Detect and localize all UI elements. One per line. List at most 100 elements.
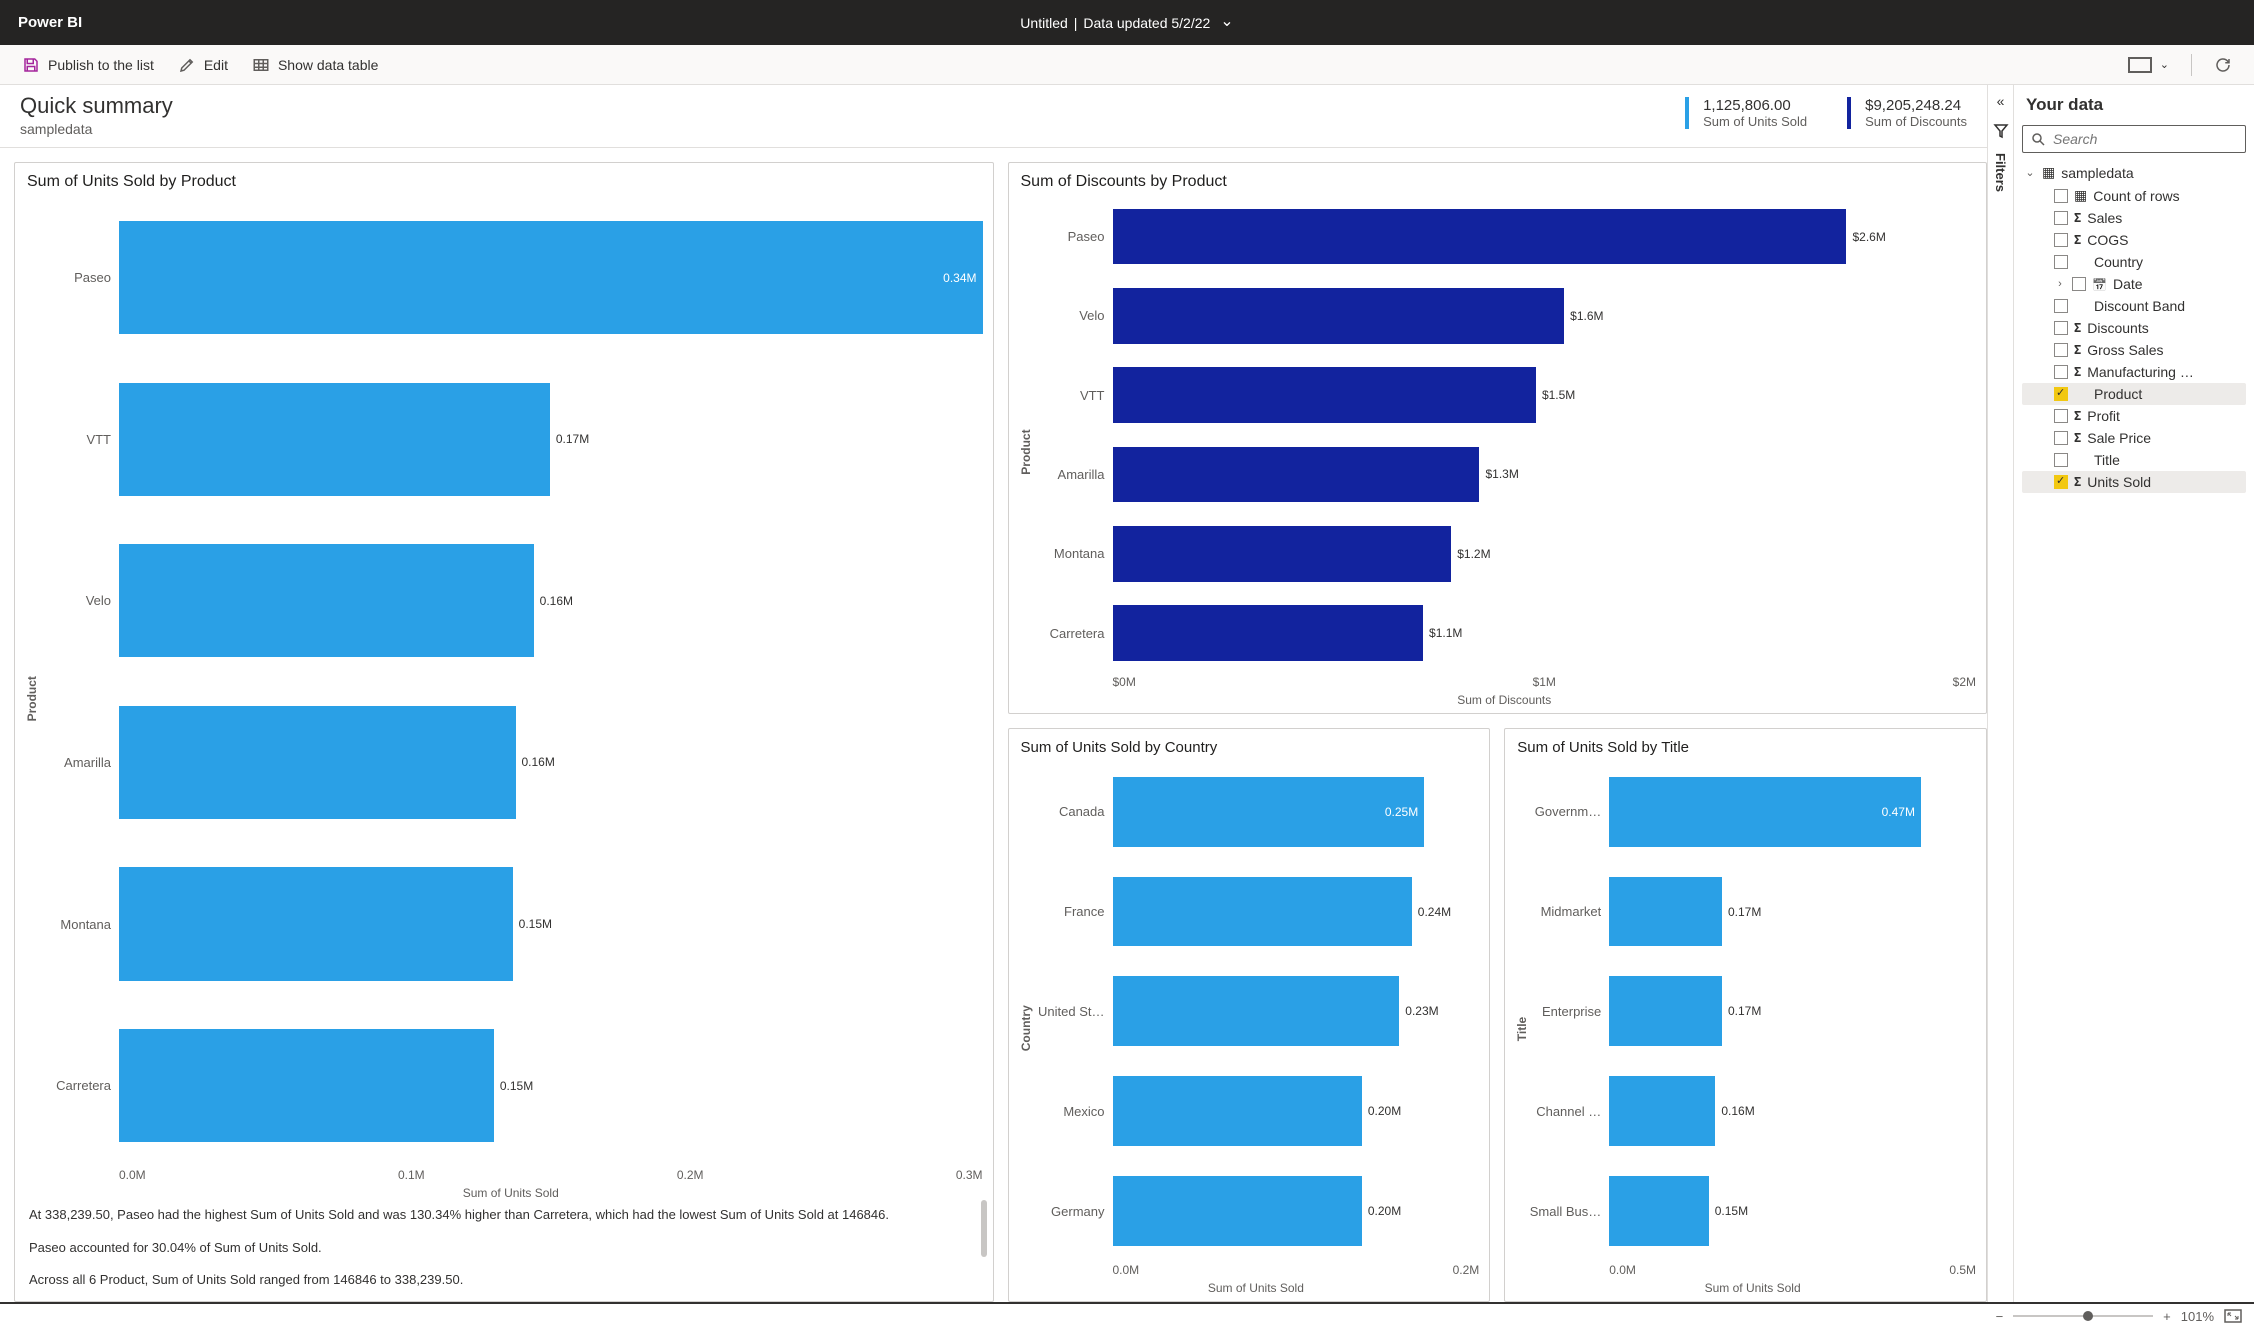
bar-category: Velo [39,593,111,608]
field-row-profit[interactable]: ΣProfit [2022,405,2246,427]
chart-title: Sum of Units Sold by Title [1517,739,1974,756]
sigma-icon: Σ [2074,321,2081,335]
bar-row[interactable]: Montana0.15M [39,843,983,1005]
show-data-table-button[interactable]: Show data table [242,52,388,78]
x-tick: 0.5M [1949,1263,1976,1277]
checkbox[interactable] [2054,365,2068,379]
bar-row[interactable]: Amarilla0.16M [39,682,983,844]
bar-category: Enterprise [1529,1004,1601,1019]
checkbox[interactable] [2072,277,2086,291]
checkbox[interactable] [2054,321,2068,335]
field-row-date[interactable]: ›Date [2022,273,2246,295]
checkbox[interactable] [2054,255,2068,269]
chart-units-by-title[interactable]: Sum of Units Sold by Title Title Governm… [1504,728,1987,1302]
x-axis-label: Sum of Discounts [1033,693,1977,707]
bar-row[interactable]: Channel …0.16M [1529,1061,1976,1161]
collapse-filters-icon[interactable]: « [1997,93,2005,109]
bar-row[interactable]: Small Bus…0.15M [1529,1161,1976,1261]
search-input[interactable] [2051,130,2237,148]
field-row-gross-sales[interactable]: ΣGross Sales [2022,339,2246,361]
checkbox[interactable] [2054,409,2068,423]
field-row-product[interactable]: Product [2022,383,2246,405]
bar-row[interactable]: Paseo$2.6M [1033,197,1977,276]
expand-icon[interactable]: › [2054,278,2066,290]
field-row-country[interactable]: Country [2022,251,2246,273]
bar-value: 0.17M [1728,1004,1761,1018]
field-label: Units Sold [2087,474,2151,490]
dataset-node[interactable]: ⌄ sampledata [2022,161,2246,184]
scrollbar-thumb[interactable] [981,1200,987,1257]
field-row-cogs[interactable]: ΣCOGS [2022,229,2246,251]
filters-label[interactable]: Filters [1993,153,2008,192]
fit-to-page-icon[interactable] [2224,1309,2242,1323]
page-title: Quick summary [20,93,173,119]
chart-discounts-by-product[interactable]: Sum of Discounts by Product Product Pase… [1008,162,1988,714]
bar-category: Amarilla [1033,467,1105,482]
bar-row[interactable]: Montana$1.2M [1033,514,1977,593]
kpi-units-sold[interactable]: 1,125,806.00 Sum of Units Sold [1685,97,1807,129]
bar-value: 0.47M [1882,805,1915,819]
x-tick: 0.2M [1453,1263,1480,1277]
checkbox[interactable] [2054,343,2068,357]
bar-row[interactable]: Mexico0.20M [1033,1061,1480,1161]
bar-row[interactable]: Carretera0.15M [39,1005,983,1167]
x-tick: 0.0M [1609,1263,1636,1277]
field-row-sales[interactable]: ΣSales [2022,207,2246,229]
chart-units-by-product[interactable]: Sum of Units Sold by Product Product Pas… [14,162,994,1302]
bar-category: France [1033,904,1105,919]
edit-button[interactable]: Edit [168,52,238,78]
checkbox[interactable] [2054,431,2068,445]
bar-row[interactable]: Canada0.25M [1033,762,1480,862]
bar-row[interactable]: VTT$1.5M [1033,356,1977,435]
bar-row[interactable]: Amarilla$1.3M [1033,435,1977,514]
zoom-out-button[interactable]: − [1996,1309,2004,1324]
bar-category: Montana [39,917,111,932]
bar-row[interactable]: Enterprise 0.17M [1529,961,1976,1061]
doc-title-area[interactable]: Untitled | Data updated 5/2/22 [1020,13,1233,33]
checkbox[interactable] [2054,453,2068,467]
filter-icon[interactable] [1993,123,2009,139]
bar-row[interactable]: Velo$1.6M [1033,276,1977,355]
checkbox[interactable] [2054,475,2068,489]
report-canvas: Quick summary sampledata 1,125,806.00 Su… [0,85,1988,1302]
bar-row[interactable]: Velo0.16M [39,520,983,682]
bar-row[interactable]: Carretera$1.1M [1033,593,1977,672]
field-row-manufacturing-[interactable]: ΣManufacturing … [2022,361,2246,383]
search-input-wrap[interactable] [2022,125,2246,153]
field-row-title[interactable]: Title [2022,449,2246,471]
field-label: Discount Band [2094,298,2185,314]
field-row-sale-price[interactable]: ΣSale Price [2022,427,2246,449]
sigma-icon: Σ [2074,431,2081,445]
zoom-slider[interactable] [2013,1315,2153,1317]
checkbox[interactable] [2054,211,2068,225]
kpi-label: Sum of Discounts [1865,114,1967,129]
bar-row[interactable]: Paseo0.34M [39,197,983,359]
field-row-discount-band[interactable]: Discount Band [2022,295,2246,317]
field-row-units-sold[interactable]: ΣUnits Sold [2022,471,2246,493]
field-row-count-of-rows[interactable]: Count of rows [2022,184,2246,207]
checkbox[interactable] [2054,189,2068,203]
field-label: Gross Sales [2087,342,2163,358]
publish-label: Publish to the list [48,57,154,73]
dataset-label: sampledata [2061,165,2133,181]
view-mode-button[interactable]: ⌄ [2118,53,2179,77]
bar-row[interactable]: VTT0.17M [39,359,983,521]
field-row-discounts[interactable]: ΣDiscounts [2022,317,2246,339]
bar-row[interactable]: Germany0.20M [1033,1161,1480,1261]
checkbox[interactable] [2054,387,2068,401]
bar-value: 0.17M [1728,905,1761,919]
kpi-discounts[interactable]: $9,205,248.24 Sum of Discounts [1847,97,1967,129]
bar-row[interactable]: Governm…0.47M [1529,762,1976,862]
expand-icon[interactable]: ⌄ [2024,166,2036,179]
chevron-down-icon[interactable] [1216,13,1233,33]
bar-row[interactable]: United St…0.23M [1033,961,1480,1061]
bar-row[interactable]: Midmarket0.17M [1529,862,1976,962]
checkbox[interactable] [2054,233,2068,247]
publish-button[interactable]: Publish to the list [12,52,164,78]
kpi-group: 1,125,806.00 Sum of Units Sold $9,205,24… [1685,93,1967,129]
refresh-button[interactable] [2204,52,2242,78]
checkbox[interactable] [2054,299,2068,313]
zoom-in-button[interactable]: + [2163,1309,2171,1324]
bar-row[interactable]: France0.24M [1033,862,1480,962]
chart-units-by-country[interactable]: Sum of Units Sold by Country Country Can… [1008,728,1491,1302]
